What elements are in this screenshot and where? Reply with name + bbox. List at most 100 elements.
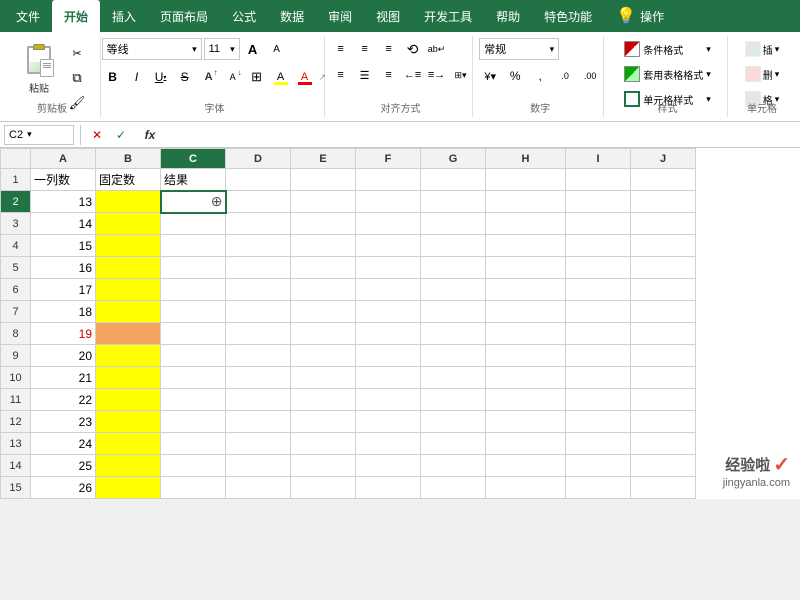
cell-C13[interactable] xyxy=(161,433,226,455)
cell-I8[interactable] xyxy=(566,323,631,345)
col-header-J[interactable]: J xyxy=(631,149,696,169)
cell-B9[interactable] xyxy=(96,345,161,367)
wrap-text-button[interactable]: ab↵ xyxy=(426,38,448,60)
cell-D13[interactable] xyxy=(226,433,291,455)
formula-input[interactable] xyxy=(169,125,796,145)
cell-C11[interactable] xyxy=(161,389,226,411)
cell-D10[interactable] xyxy=(226,367,291,389)
decrease-decimal-button[interactable]: .00 xyxy=(579,65,601,87)
cell-G5[interactable] xyxy=(421,257,486,279)
cell-A4[interactable]: 15 xyxy=(31,235,96,257)
cell-H4[interactable] xyxy=(486,235,566,257)
cell-B7[interactable] xyxy=(96,301,161,323)
cell-H5[interactable] xyxy=(486,257,566,279)
cell-C12[interactable] xyxy=(161,411,226,433)
font-size-box[interactable]: 11 ▾ xyxy=(204,38,240,60)
cell-D15[interactable] xyxy=(226,477,291,499)
cell-I10[interactable] xyxy=(566,367,631,389)
cell-J3[interactable] xyxy=(631,213,696,235)
cell-I14[interactable] xyxy=(566,455,631,477)
col-header-C[interactable]: C xyxy=(161,149,226,169)
cut-button[interactable]: ✂ xyxy=(66,42,88,64)
cell-C3[interactable] xyxy=(161,213,226,235)
cell-G11[interactable] xyxy=(421,389,486,411)
cancel-formula-button[interactable]: ✕ xyxy=(87,125,107,145)
tab-formula[interactable]: 公式 xyxy=(220,0,268,32)
cell-A15[interactable]: 26 xyxy=(31,477,96,499)
cell-C10[interactable] xyxy=(161,367,226,389)
confirm-formula-button[interactable]: ✓ xyxy=(111,125,131,145)
cell-D5[interactable] xyxy=(226,257,291,279)
cell-G14[interactable] xyxy=(421,455,486,477)
cell-F12[interactable] xyxy=(356,411,421,433)
insert-function-button[interactable]: fx xyxy=(135,125,165,145)
cell-J4[interactable] xyxy=(631,235,696,257)
cell-C15[interactable] xyxy=(161,477,226,499)
cell-E14[interactable] xyxy=(291,455,356,477)
fill-color-button[interactable]: A xyxy=(270,66,292,88)
cell-B10[interactable] xyxy=(96,367,161,389)
cell-H12[interactable] xyxy=(486,411,566,433)
cell-E11[interactable] xyxy=(291,389,356,411)
cell-D12[interactable] xyxy=(226,411,291,433)
cell-H8[interactable] xyxy=(486,323,566,345)
tab-home[interactable]: 开始 xyxy=(52,0,100,32)
tab-special[interactable]: 特色功能 xyxy=(532,0,604,32)
cell-J6[interactable] xyxy=(631,279,696,301)
col-header-E[interactable]: E xyxy=(291,149,356,169)
col-header-H[interactable]: H xyxy=(486,149,566,169)
conditional-format-button[interactable]: 条件格式 xyxy=(643,38,683,60)
cell-F3[interactable] xyxy=(356,213,421,235)
cell-H15[interactable] xyxy=(486,477,566,499)
cell-A11[interactable]: 22 xyxy=(31,389,96,411)
cell-H14[interactable] xyxy=(486,455,566,477)
cell-B12[interactable] xyxy=(96,411,161,433)
cell-B3[interactable] xyxy=(96,213,161,235)
col-header-F[interactable]: F xyxy=(356,149,421,169)
cell-J1[interactable] xyxy=(631,169,696,191)
cell-F9[interactable] xyxy=(356,345,421,367)
cell-J2[interactable] xyxy=(631,191,696,213)
cell-I9[interactable] xyxy=(566,345,631,367)
row-header-12[interactable]: 12 xyxy=(1,411,31,433)
cell-I7[interactable] xyxy=(566,301,631,323)
cell-H3[interactable] xyxy=(486,213,566,235)
cell-J12[interactable] xyxy=(631,411,696,433)
cell-H6[interactable] xyxy=(486,279,566,301)
col-header-G[interactable]: G xyxy=(421,149,486,169)
cell-D9[interactable] xyxy=(226,345,291,367)
cell-D1[interactable] xyxy=(226,169,291,191)
cell-B4[interactable] xyxy=(96,235,161,257)
cell-I6[interactable] xyxy=(566,279,631,301)
cell-I5[interactable] xyxy=(566,257,631,279)
cell-F14[interactable] xyxy=(356,455,421,477)
row-header-1[interactable]: 1 xyxy=(1,169,31,191)
cell-G12[interactable] xyxy=(421,411,486,433)
align-right-button[interactable]: ≡ xyxy=(378,64,400,86)
cell-J11[interactable] xyxy=(631,389,696,411)
decrease-font-button[interactable]: A xyxy=(266,38,288,60)
cell-H7[interactable] xyxy=(486,301,566,323)
number-format-dropdown[interactable]: 常规 ▾ xyxy=(479,38,559,60)
bold-button[interactable]: B xyxy=(102,66,124,88)
cell-A3[interactable]: 14 xyxy=(31,213,96,235)
tab-page-layout[interactable]: 页面布局 xyxy=(148,0,220,32)
underline-button[interactable]: U ▾ xyxy=(150,66,172,88)
cell-F11[interactable] xyxy=(356,389,421,411)
cell-A13[interactable]: 24 xyxy=(31,433,96,455)
cell-I3[interactable] xyxy=(566,213,631,235)
cell-E15[interactable] xyxy=(291,477,356,499)
cell-F5[interactable] xyxy=(356,257,421,279)
tab-operations[interactable]: 💡操作 xyxy=(604,0,676,32)
percent-button[interactable]: % xyxy=(504,65,526,87)
cell-C1[interactable]: 结果 xyxy=(161,169,226,191)
cell-A2[interactable]: 13 xyxy=(31,191,96,213)
row-header-8[interactable]: 8 xyxy=(1,323,31,345)
tab-review[interactable]: 审阅 xyxy=(316,0,364,32)
cell-F13[interactable] xyxy=(356,433,421,455)
cell-E5[interactable] xyxy=(291,257,356,279)
cell-C7[interactable] xyxy=(161,301,226,323)
cell-C4[interactable] xyxy=(161,235,226,257)
cell-J10[interactable] xyxy=(631,367,696,389)
cell-H13[interactable] xyxy=(486,433,566,455)
